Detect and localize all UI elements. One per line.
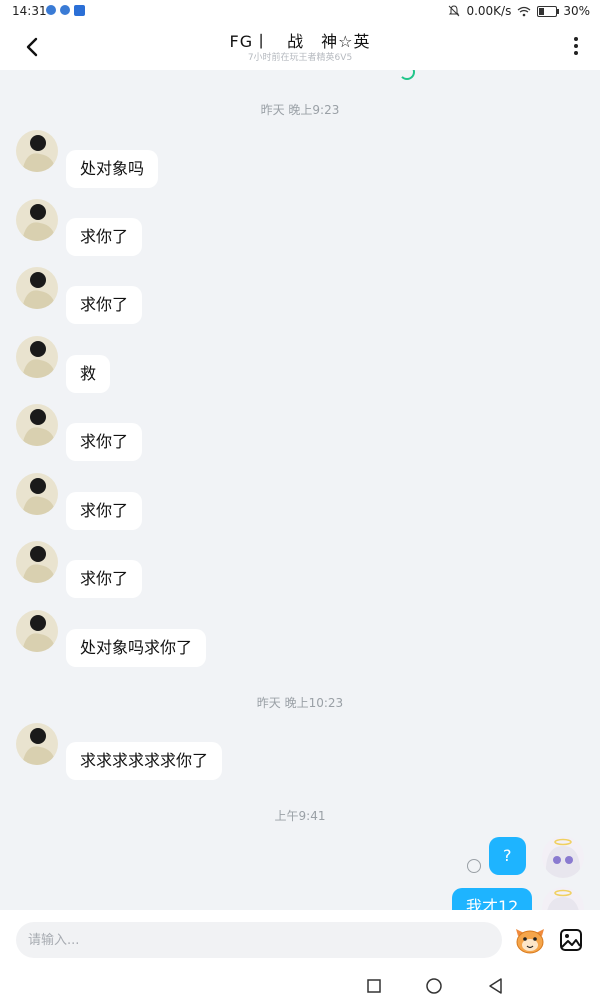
avatar[interactable] — [16, 336, 58, 378]
avatar[interactable] — [16, 130, 58, 172]
recent-apps-button[interactable] — [364, 976, 384, 996]
contact-name[interactable]: FG丨 战 神☆英 — [0, 28, 600, 52]
more-vertical-icon — [574, 37, 578, 41]
home-button[interactable] — [424, 976, 444, 996]
message-bubble[interactable]: 求你了 — [66, 423, 143, 461]
loading-spinner-icon — [399, 70, 415, 80]
contact-status: 7小时前在玩王者精英6V5 — [247, 53, 353, 63]
message-bubble[interactable]: 求你了 — [66, 218, 143, 256]
status-time: 14:31 — [12, 4, 47, 18]
emoji-button[interactable] — [514, 926, 546, 954]
more-button[interactable] — [566, 34, 586, 58]
timestamp: 昨天 晚上10:23 — [256, 696, 344, 710]
my-avatar[interactable] — [542, 887, 584, 910]
image-icon — [560, 929, 582, 951]
status-right: 0.00K/s 30% — [448, 4, 590, 18]
image-button[interactable] — [558, 927, 584, 953]
my-message-bubble[interactable]: 我才12 — [452, 888, 533, 910]
my-message-bubble[interactable]: ? — [489, 837, 526, 875]
circle-icon — [426, 978, 442, 994]
avatar[interactable] — [16, 541, 58, 583]
app-notification-icon — [46, 5, 56, 15]
my-avatar[interactable] — [542, 836, 584, 878]
avatar[interactable] — [16, 199, 58, 241]
input-bar — [0, 910, 600, 970]
message-bubble[interactable]: 处对象吗求你了 — [66, 629, 207, 667]
app-notification-icon — [60, 5, 70, 15]
square-icon — [367, 979, 381, 993]
avatar[interactable] — [16, 723, 58, 765]
mute-bell-icon — [449, 5, 460, 17]
avatar[interactable] — [16, 473, 58, 515]
nav-back-button[interactable] — [486, 976, 506, 996]
notification-icons — [46, 5, 85, 16]
network-speed: 0.00K/s — [466, 4, 512, 18]
message-bubble[interactable]: 求你了 — [66, 492, 143, 530]
message-bubble[interactable]: 处对象吗 — [66, 150, 159, 188]
avatar[interactable] — [16, 404, 58, 446]
wifi-icon — [517, 6, 531, 16]
triangle-back-icon — [489, 978, 502, 994]
message-bubble[interactable]: 救 — [66, 355, 111, 393]
avatar[interactable] — [16, 610, 58, 652]
message-bubble[interactable]: 求你了 — [66, 286, 143, 324]
message-bubble[interactable]: 求你了 — [66, 560, 143, 598]
message-bubble[interactable]: 求求求求求求你了 — [66, 742, 223, 780]
battery-icon — [537, 5, 560, 17]
system-nav-bar — [0, 970, 600, 1000]
message-status-icon — [467, 859, 481, 873]
app-notification-icon — [74, 5, 85, 16]
message-input[interactable] — [16, 922, 502, 958]
avatar[interactable] — [16, 267, 58, 309]
battery-percent: 30% — [563, 4, 590, 18]
emoji-face-icon — [516, 929, 544, 954]
chat-header: FG丨 战 神☆英 7小时前在玩王者精英6V5 — [0, 22, 600, 70]
timestamp: 昨天 晚上9:23 — [260, 103, 340, 117]
status-bar: 14:31 0.00K/s 30% — [0, 0, 600, 22]
chat-area[interactable]: 昨天 晚上9:23 处对象吗 求你了 求你了 救 求你了 求你了 求你了 处对象… — [0, 70, 600, 910]
timestamp: 上午9:41 — [274, 809, 326, 823]
